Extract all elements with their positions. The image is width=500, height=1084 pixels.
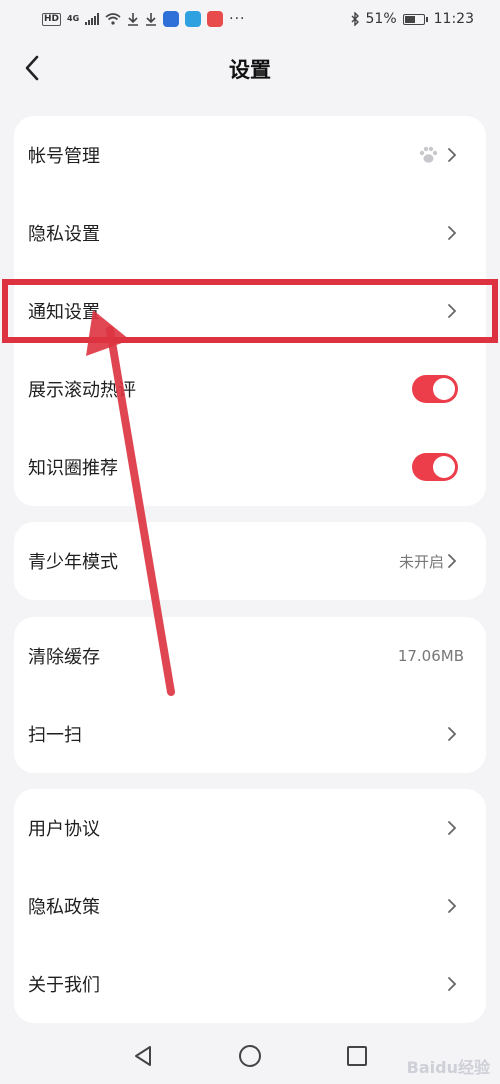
- chevron-right-icon: [448, 821, 457, 835]
- youth-mode-card: 青少年模式 未开启: [14, 522, 486, 600]
- nav-home-icon[interactable]: [238, 1044, 262, 1068]
- chevron-right-icon: [448, 304, 457, 318]
- row-label: 清除缓存: [28, 647, 100, 668]
- show-hot-comments-row: 展示滚动热评: [14, 350, 486, 428]
- battery-percent: 51%: [365, 11, 397, 27]
- cache-size: 17.06MB: [397, 647, 464, 665]
- bluetooth-icon: [351, 12, 359, 26]
- status-bar: HD 4G ··· 51% 11:23: [0, 0, 500, 38]
- app-icon: [163, 11, 180, 27]
- row-label: 扫一扫: [28, 725, 82, 746]
- clock: 11:23: [433, 11, 474, 27]
- about-us-row[interactable]: 关于我们: [14, 945, 486, 1023]
- toggle-knob: [433, 456, 455, 478]
- youth-mode-status: 未开启: [398, 552, 444, 571]
- page-title: 设置: [229, 58, 271, 82]
- nav-back-icon[interactable]: [132, 1045, 154, 1067]
- clear-cache-row[interactable]: 清除缓存 17.06MB: [14, 617, 486, 695]
- row-label: 展示滚动热评: [28, 380, 136, 401]
- privacy-policy-row[interactable]: 隐私政策: [14, 867, 486, 945]
- knowledge-circle-toggle[interactable]: [412, 453, 458, 481]
- chevron-right-icon: [448, 226, 457, 240]
- scan-row[interactable]: 扫一扫: [14, 695, 486, 773]
- download-icon: [146, 13, 157, 26]
- row-label: 帐号管理: [28, 146, 100, 167]
- header: 设置: [0, 40, 500, 98]
- chevron-right-icon: [448, 727, 457, 741]
- chevron-right-icon: [448, 977, 457, 991]
- nav-recents-icon[interactable]: [346, 1045, 368, 1067]
- signal-icon: [85, 13, 100, 25]
- account-management-row[interactable]: 帐号管理: [14, 116, 486, 194]
- storage-card: 清除缓存 17.06MB 扫一扫: [14, 617, 486, 773]
- paw-icon: [419, 146, 438, 163]
- battery-icon: [402, 13, 425, 25]
- row-label: 隐私设置: [28, 224, 100, 245]
- account-settings-card: 帐号管理 隐私设置 通知设置 展示滚动热评 知识圈推荐: [14, 116, 486, 506]
- row-label: 青少年模式: [28, 552, 118, 573]
- app-icon: [185, 11, 202, 27]
- chevron-right-icon: [448, 554, 457, 568]
- row-label: 通知设置: [28, 302, 100, 323]
- user-agreement-row[interactable]: 用户协议: [14, 789, 486, 867]
- wifi-icon: [105, 13, 121, 25]
- row-label: 隐私政策: [28, 897, 100, 918]
- chevron-right-icon: [448, 899, 457, 913]
- youth-mode-row[interactable]: 青少年模式 未开启: [14, 522, 486, 600]
- privacy-settings-row[interactable]: 隐私设置: [14, 194, 486, 272]
- toggle-knob: [433, 378, 455, 400]
- watermark: Baidu经验: [406, 1058, 490, 1077]
- notification-settings-row[interactable]: 通知设置: [14, 272, 486, 350]
- hot-comments-toggle[interactable]: [412, 375, 458, 403]
- app-icon: [207, 11, 224, 27]
- status-right: 51% 11:23: [350, 11, 474, 27]
- chevron-right-icon: [448, 148, 457, 162]
- hd-badge: HD: [42, 12, 62, 26]
- status-left: HD 4G ···: [42, 11, 246, 27]
- more-notifications: ···: [229, 11, 246, 27]
- network-type: 4G: [67, 14, 80, 23]
- download-icon: [128, 13, 139, 26]
- battery-tip: [425, 16, 428, 22]
- knowledge-circle-recommend-row: 知识圈推荐: [14, 428, 486, 506]
- row-label: 用户协议: [28, 819, 100, 840]
- row-label: 知识圈推荐: [28, 458, 118, 479]
- row-label: 关于我们: [28, 975, 100, 996]
- about-card: 用户协议 隐私政策 关于我们: [14, 789, 486, 1023]
